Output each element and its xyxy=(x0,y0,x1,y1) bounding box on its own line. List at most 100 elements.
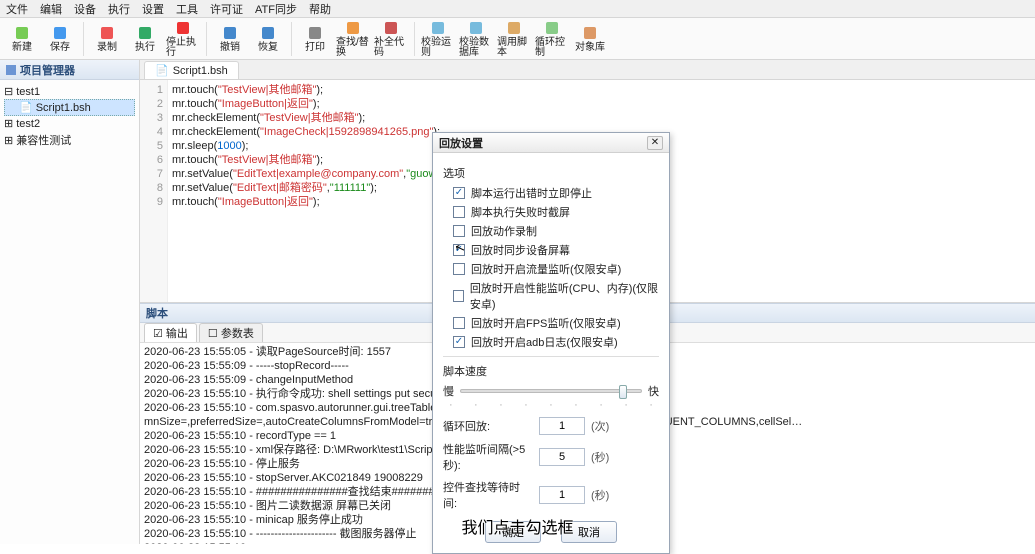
new-button[interactable]: 新建 xyxy=(4,19,40,59)
expand-icon[interactable]: ⊞ xyxy=(4,117,13,130)
menu-ATF同步[interactable]: ATF同步 xyxy=(253,1,299,17)
menu-帮助[interactable]: 帮助 xyxy=(307,1,333,17)
options-group-label: 选项 xyxy=(443,165,659,181)
menu-编辑[interactable]: 编辑 xyxy=(38,1,64,17)
tree-node-script1[interactable]: 📄Script1.bsh xyxy=(4,99,135,116)
checkbox-7[interactable] xyxy=(453,336,465,348)
toolbar: 新建保存录制执行停止执行撤销恢复打印查找/替换补全代码校验运则校验数据库调用脚本… xyxy=(0,18,1035,60)
addcode-button[interactable]: 补全代码 xyxy=(373,19,409,59)
form-input-2[interactable] xyxy=(539,486,585,504)
log-tab-0[interactable]: ☑ 输出 xyxy=(144,323,197,342)
form-unit-0: (次) xyxy=(591,418,609,434)
checkrun-icon xyxy=(430,20,446,36)
panel-icon xyxy=(6,65,16,75)
option-label-0: 脚本运行出错时立即停止 xyxy=(471,185,592,201)
checkbox-5[interactable] xyxy=(453,290,464,302)
menu-文件[interactable]: 文件 xyxy=(4,1,30,17)
form-label-1: 性能监听间隔(>5秒): xyxy=(443,441,533,473)
new-icon xyxy=(14,25,30,41)
menu-设备[interactable]: 设备 xyxy=(72,1,98,17)
menu-设置[interactable]: 设置 xyxy=(140,1,166,17)
checkbox-6[interactable] xyxy=(453,317,465,329)
checkdb-button[interactable]: 校验数据库 xyxy=(458,19,494,59)
option-row-1[interactable]: 脚本执行失败时截屏 xyxy=(453,204,659,220)
project-sidebar: 项目管理器 ⊟test1 📄Script1.bsh ⊞test2 ⊞兼容性测试 xyxy=(0,60,140,544)
form-unit-2: (秒) xyxy=(591,487,609,503)
checkbox-1[interactable] xyxy=(453,206,465,218)
menu-工具[interactable]: 工具 xyxy=(174,1,200,17)
form-input-0[interactable] xyxy=(539,417,585,435)
menu-许可证[interactable]: 许可证 xyxy=(208,1,245,17)
option-label-2: 回放动作录制 xyxy=(471,223,537,239)
stop-button[interactable]: 停止执行 xyxy=(165,19,201,59)
menu-执行[interactable]: 执行 xyxy=(106,1,132,17)
option-row-7[interactable]: 回放时开启adb日志(仅限安卓) xyxy=(453,334,659,350)
option-label-6: 回放时开启FPS监听(仅限安卓) xyxy=(471,315,621,331)
addcode-icon xyxy=(383,20,399,36)
option-row-0[interactable]: 脚本运行出错时立即停止 xyxy=(453,185,659,201)
expand-icon[interactable]: ⊞ xyxy=(4,134,13,147)
loopctl-icon xyxy=(544,20,560,36)
checkbox-4[interactable] xyxy=(453,263,465,275)
ok-button[interactable]: 确定 xyxy=(485,521,541,543)
stop-icon xyxy=(175,20,191,36)
slow-label: 慢 xyxy=(443,383,454,399)
run-icon xyxy=(137,25,153,41)
option-label-4: 回放时开启流量监听(仅限安卓) xyxy=(471,261,621,277)
print-button[interactable]: 打印 xyxy=(297,19,333,59)
option-row-5[interactable]: 回放时开启性能监听(CPU、内存)(仅限安卓) xyxy=(453,280,659,312)
speed-group-label: 脚本速度 xyxy=(443,363,659,379)
save-button[interactable]: 保存 xyxy=(42,19,78,59)
checkrun-button[interactable]: 校验运则 xyxy=(420,19,456,59)
option-row-4[interactable]: 回放时开启流量监听(仅限安卓) xyxy=(453,261,659,277)
editor-tabs: 📄Script1.bsh xyxy=(140,60,1035,80)
redo-button[interactable]: 恢复 xyxy=(250,19,286,59)
dialog-titlebar[interactable]: 回放设置 ✕ xyxy=(433,133,669,153)
option-label-5: 回放时开启性能监听(CPU、内存)(仅限安卓) xyxy=(470,280,659,312)
findrep-icon xyxy=(345,20,361,36)
record-button[interactable]: 录制 xyxy=(89,19,125,59)
run-button[interactable]: 执行 xyxy=(127,19,163,59)
slider-thumb[interactable] xyxy=(619,385,627,399)
project-panel-header: 项目管理器 xyxy=(0,60,139,80)
option-row-3[interactable]: 回放时同步设备屏幕 xyxy=(453,242,659,258)
checkbox-3[interactable] xyxy=(453,244,465,256)
form-label-0: 循环回放: xyxy=(443,418,533,434)
tree-node-compat[interactable]: ⊞兼容性测试 xyxy=(4,131,135,149)
objlib-button[interactable]: 对象库 xyxy=(572,19,608,59)
fast-label: 快 xyxy=(648,383,659,399)
option-label-7: 回放时开启adb日志(仅限安卓) xyxy=(471,334,618,350)
project-panel-title: 项目管理器 xyxy=(20,62,75,78)
option-row-6[interactable]: 回放时开启FPS监听(仅限安卓) xyxy=(453,315,659,331)
undo-button[interactable]: 撤销 xyxy=(212,19,248,59)
checkbox-2[interactable] xyxy=(453,225,465,237)
checkbox-0[interactable] xyxy=(453,187,465,199)
menubar: 文件编辑设备执行设置工具许可证 ATF同步帮助 xyxy=(0,0,1035,18)
save-icon xyxy=(52,25,68,41)
loopctl-button[interactable]: 循环控制 xyxy=(534,19,570,59)
form-label-2: 控件查找等待时间: xyxy=(443,479,533,511)
expand-icon[interactable]: ⊟ xyxy=(4,85,13,98)
playback-settings-dialog: 回放设置 ✕ 选项 脚本运行出错时立即停止脚本执行失败时截屏回放动作录制回放时同… xyxy=(432,132,670,554)
options-list: 脚本运行出错时立即停止脚本执行失败时截屏回放动作录制回放时同步设备屏幕回放时开启… xyxy=(443,185,659,350)
objlib-icon xyxy=(582,25,598,41)
form-unit-1: (秒) xyxy=(591,449,609,465)
form-input-1[interactable] xyxy=(539,448,585,466)
close-icon[interactable]: ✕ xyxy=(647,136,663,150)
log-tab-1[interactable]: ☐ 参数表 xyxy=(199,323,263,342)
tree-node-test1[interactable]: ⊟test1 xyxy=(4,84,135,99)
dialog-title: 回放设置 xyxy=(439,135,647,151)
redo-icon xyxy=(260,25,276,41)
option-label-1: 脚本执行失败时截屏 xyxy=(471,204,570,220)
cancel-button[interactable]: 取消 xyxy=(561,521,617,543)
tab-script1[interactable]: 📄Script1.bsh xyxy=(144,61,239,79)
checkdb-icon xyxy=(468,20,484,36)
speed-slider[interactable] xyxy=(460,389,642,393)
record-icon xyxy=(99,25,115,41)
callsc-button[interactable]: 调用脚本 xyxy=(496,19,532,59)
tree-node-test2[interactable]: ⊞test2 xyxy=(4,116,135,131)
project-tree[interactable]: ⊟test1 📄Script1.bsh ⊞test2 ⊞兼容性测试 xyxy=(0,80,139,544)
findrep-button[interactable]: 查找/替换 xyxy=(335,19,371,59)
undo-icon xyxy=(222,25,238,41)
option-row-2[interactable]: 回放动作录制 xyxy=(453,223,659,239)
